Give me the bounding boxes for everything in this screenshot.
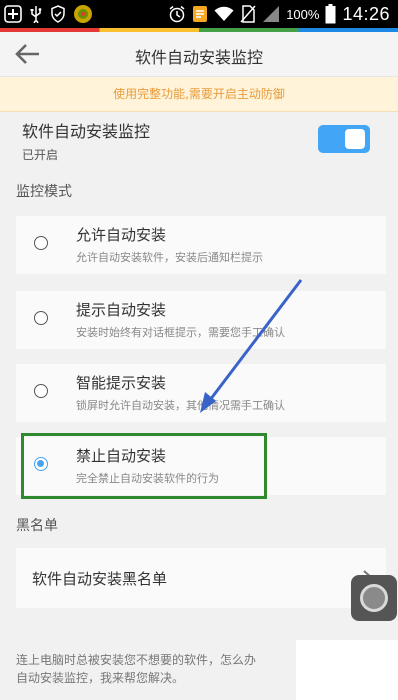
assistive-float-button[interactable]: [351, 575, 397, 621]
option-allow-auto-install[interactable]: 允许自动安装 允许自动安装软件，安装后通知栏提示: [16, 216, 386, 274]
no-sim-icon: [240, 5, 256, 23]
shield-icon: [50, 5, 66, 23]
radio-button[interactable]: [34, 311, 48, 325]
notes-icon: [192, 5, 208, 23]
alarm-icon: [168, 5, 186, 23]
monitor-title: 软件自动安装监控: [22, 122, 151, 141]
footer-hint: 连上电脑时总被安装您不想要的软件，怎么办 自动安装监控，我来帮您解决。: [16, 651, 316, 687]
footer-line: 连上电脑时总被安装您不想要的软件，怎么办: [16, 653, 257, 667]
app-icon: [73, 4, 93, 24]
option-description: 完全禁止自动安装软件的行为: [76, 472, 219, 485]
radio-button[interactable]: [34, 384, 48, 398]
blacklist-item[interactable]: 软件自动安装黑名单: [16, 548, 386, 608]
option-description: 安装时始终有对话框提示，需要您手工确认: [76, 326, 285, 339]
option-block-auto-install[interactable]: 禁止自动安装 完全禁止自动安装软件的行为: [16, 437, 386, 495]
battery-icon: [325, 4, 336, 24]
usb-icon: [29, 5, 43, 23]
monitor-toggle-row[interactable]: 软件自动安装监控 已开启: [0, 112, 398, 172]
option-smart-prompt-install[interactable]: 智能提示安装 锁屏时允许自动安装，其他情况需手工确认: [16, 364, 386, 422]
wifi-icon: [214, 6, 234, 22]
footer-line: 自动安装监控，我来帮您解决。: [16, 671, 185, 685]
float-ball-icon: [360, 584, 388, 612]
option-title: 禁止自动安装: [76, 447, 167, 465]
radio-button[interactable]: [34, 236, 48, 250]
blacklist-label: 黑名单: [16, 518, 58, 534]
monitor-toggle-switch[interactable]: [318, 125, 370, 153]
status-bar: 100% 14:26: [0, 0, 398, 28]
blacklist-item-label: 软件自动安装黑名单: [32, 570, 168, 588]
app-bar: 软件自动安装监控: [0, 32, 398, 77]
option-prompt-auto-install[interactable]: 提示自动安装 安装时始终有对话框提示，需要您手工确认: [16, 291, 386, 349]
monitor-status: 已开启: [22, 148, 59, 162]
radio-button-checked[interactable]: [34, 457, 48, 471]
active-defense-banner[interactable]: 使用完整功能,需要开启主动防御: [0, 77, 398, 112]
option-description: 锁屏时允许自动安装，其他情况需手工确认: [76, 399, 285, 412]
option-title: 智能提示安装: [76, 374, 167, 392]
option-title: 允许自动安装: [76, 226, 167, 244]
monitor-mode-label: 监控模式: [16, 184, 72, 200]
option-title: 提示自动安装: [76, 301, 167, 319]
battery-percent: 100%: [286, 6, 320, 22]
toggle-knob: [345, 129, 365, 149]
option-description: 允许自动安装软件，安装后通知栏提示: [76, 251, 263, 264]
blank-area: [296, 640, 398, 700]
add-icon: [4, 5, 22, 23]
page-title: 软件自动安装监控: [134, 48, 263, 67]
signal-icon: [262, 5, 280, 23]
clock-time: 14:26: [342, 3, 390, 24]
